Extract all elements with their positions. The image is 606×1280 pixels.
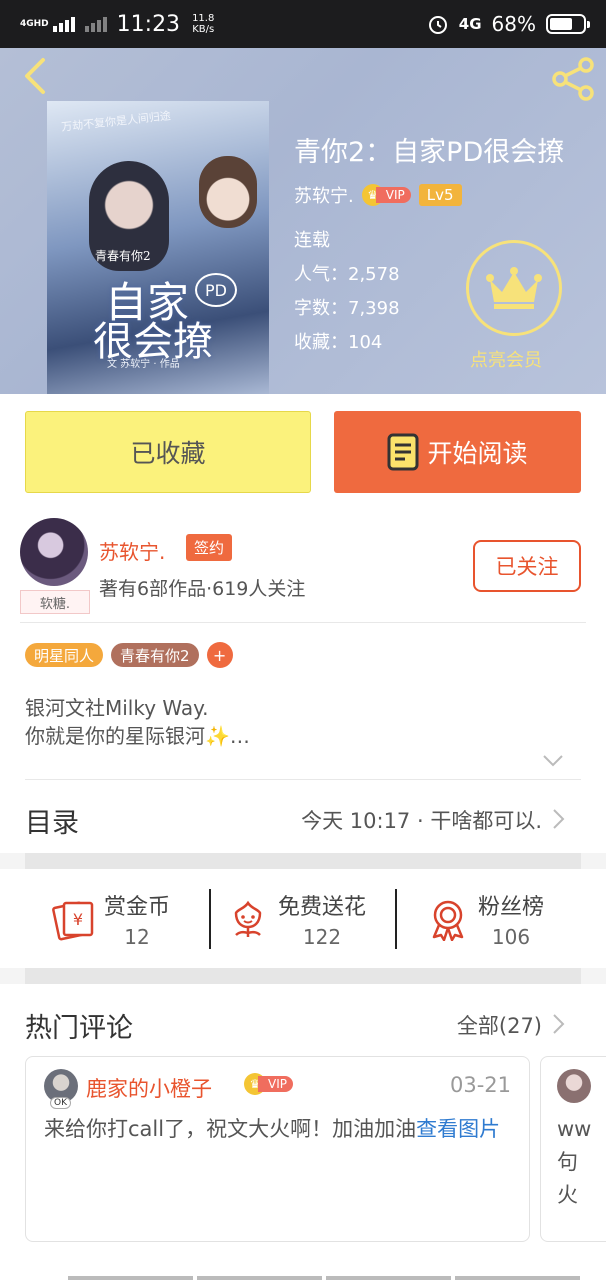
signal-icon-2 [84, 16, 107, 32]
avatar-tag: OK [50, 1097, 71, 1109]
level-badge: Lv5 [418, 184, 462, 206]
tag-list: 明星同人 青春有你2 + [25, 642, 233, 668]
author-avatar[interactable] [20, 518, 88, 586]
tag-chip[interactable]: 明星同人 [25, 643, 104, 667]
page-indicator [68, 1276, 580, 1280]
vip-label: VIP [375, 187, 411, 203]
separator [395, 889, 397, 949]
chevron-right-icon[interactable] [552, 1013, 566, 1035]
section-gap [25, 853, 581, 869]
member-button[interactable] [466, 240, 562, 336]
chevron-right-icon [553, 809, 565, 829]
book-cover[interactable]: 万劫不复你是人间归途 青春有你2 自家 PD 很会撩 文 苏软宁 · 作品 [47, 101, 269, 394]
author-section: 软糖. 苏软宁. 签约 著有6部作品·619人关注 已关注 明星同人 青春有你2… [0, 508, 606, 780]
stat-fan-ranking[interactable]: 粉丝榜 106 [426, 869, 544, 968]
add-tag-button[interactable]: + [206, 642, 233, 668]
commenter-name[interactable]: 鹿家的小橙子 [86, 1073, 212, 1103]
stat-value: 12 [124, 924, 150, 949]
net-speed: 11.8 KB/s [192, 13, 214, 35]
toc-label: 目录 [25, 808, 79, 839]
cover-byline: 文 苏软宁 · 作品 [107, 359, 180, 370]
book-title: 青你2：自家PD很会撩 [294, 137, 565, 168]
intro-line: 银河文社Milky Way. [25, 696, 209, 720]
collect-button[interactable]: 已收藏 [25, 411, 311, 493]
all-comments-link[interactable]: 全部(27) [457, 1010, 542, 1040]
chevron-down-icon[interactable] [542, 754, 564, 768]
book-status: 连载 [294, 230, 330, 251]
battery-icon [546, 14, 590, 34]
signed-badge: 签约 [186, 534, 233, 561]
net-speed-unit: KB/s [192, 24, 215, 35]
comment-text: 来给你打call了，祝文大火啊！加油加油查看图片 [44, 1113, 516, 1146]
battery-percent: 68% [491, 12, 536, 36]
flower-icon [234, 900, 262, 937]
comment-card[interactable]: OK 鹿家的小橙子 ♛ VIP 03-21 来给你打call了，祝文大火啊！加油加… [25, 1056, 530, 1242]
cover-figure-boy [199, 156, 257, 228]
comment-date: 03-21 [449, 1073, 511, 1097]
separator [209, 889, 211, 949]
start-reading-button[interactable]: 开始阅读 [334, 411, 581, 493]
cover-tagline: 万劫不复你是人间归途 [60, 109, 172, 134]
stat-reward-coins[interactable]: ¥ 赏金币 12 [52, 869, 170, 968]
net-speed-value: 11.8 [192, 13, 215, 24]
divider [20, 622, 586, 623]
book-icon [387, 433, 419, 471]
author-avatar-tag: 软糖. [20, 590, 90, 614]
svg-text:¥: ¥ [73, 910, 83, 929]
coin-envelope-icon: ¥ [52, 901, 94, 940]
book-author-line: 苏软宁. ♛ VIP Lv5 [294, 182, 462, 208]
cover-pd-badge: PD [195, 273, 237, 307]
toc-latest-chapter: 今天 10:17 · 干啥都可以. [301, 809, 542, 833]
stat-value: 106 [491, 924, 531, 949]
stat-free-flowers[interactable]: 免费送花 122 [226, 869, 366, 968]
alarm-icon [428, 16, 447, 34]
comment-text: ww 句 火 [557, 1117, 592, 1207]
back-icon[interactable] [16, 56, 56, 96]
author-works: 著有6部作品·619人关注 [99, 578, 306, 600]
tag-chip[interactable]: 青春有你2 [111, 643, 199, 667]
vip-label: VIP [258, 1076, 293, 1092]
crown-icon [486, 267, 542, 309]
book-intro[interactable]: 银河文社Milky Way. 你就是你的星际银河✨… [25, 694, 250, 750]
book-favorites: 收藏：104 [294, 332, 383, 353]
clock: 11:23 [116, 11, 181, 37]
member-label[interactable]: 点亮会员 [470, 346, 542, 372]
action-bar: 已收藏 开始阅读 [0, 394, 606, 508]
comment-card[interactable]: ww 句 火 [540, 1056, 606, 1242]
stat-value: 122 [302, 924, 342, 949]
vip-badge: ♛ VIP [361, 184, 411, 206]
comments-heading: 热门评论 [25, 1013, 133, 1044]
book-header: 万劫不复你是人间归途 青春有你2 自家 PD 很会撩 文 苏软宁 · 作品 青你… [0, 48, 606, 394]
view-image-link[interactable]: 查看图片 [416, 1117, 500, 1141]
hot-comments-section: 热门评论 全部(27) OK 鹿家的小橙子 ♛ VIP 03-21 来给你打cal… [0, 984, 606, 1280]
cover-subtitle: 青春有你2 [95, 249, 151, 263]
intro-line: 你就是你的星际银河✨… [25, 724, 250, 748]
section-gap [25, 968, 581, 984]
net-type-right: 4G [458, 15, 482, 33]
follow-button[interactable]: 已关注 [473, 540, 581, 592]
stat-name: 免费送花 [278, 894, 367, 920]
book-popularity: 人气：2,578 [294, 264, 400, 285]
stats-bar: ¥ 赏金币 12 免费送花 122 粉丝榜 106 [0, 869, 606, 968]
stat-name: 粉丝榜 [478, 894, 545, 920]
author-name[interactable]: 苏软宁. [99, 536, 165, 565]
book-author[interactable]: 苏软宁. [294, 182, 354, 208]
share-icon[interactable] [550, 56, 596, 102]
vip-badge: ♛ VIP [244, 1073, 293, 1095]
status-bar: 4GHD 11:23 11.8 KB/s 4G 68% [0, 0, 606, 48]
medal-icon [432, 900, 464, 941]
table-of-contents-row[interactable]: 目录 今天 10:17 · 干啥都可以. [0, 780, 606, 853]
book-words: 字数：7,398 [294, 298, 400, 319]
comment-body: 来给你打call了，祝文大火啊！加油加油 [44, 1117, 417, 1141]
start-reading-label: 开始阅读 [427, 439, 528, 468]
stat-name: 赏金币 [104, 894, 171, 920]
signal-icon [52, 16, 75, 32]
network-type: 4GHD [20, 18, 49, 29]
commenter-avatar[interactable] [557, 1069, 591, 1103]
